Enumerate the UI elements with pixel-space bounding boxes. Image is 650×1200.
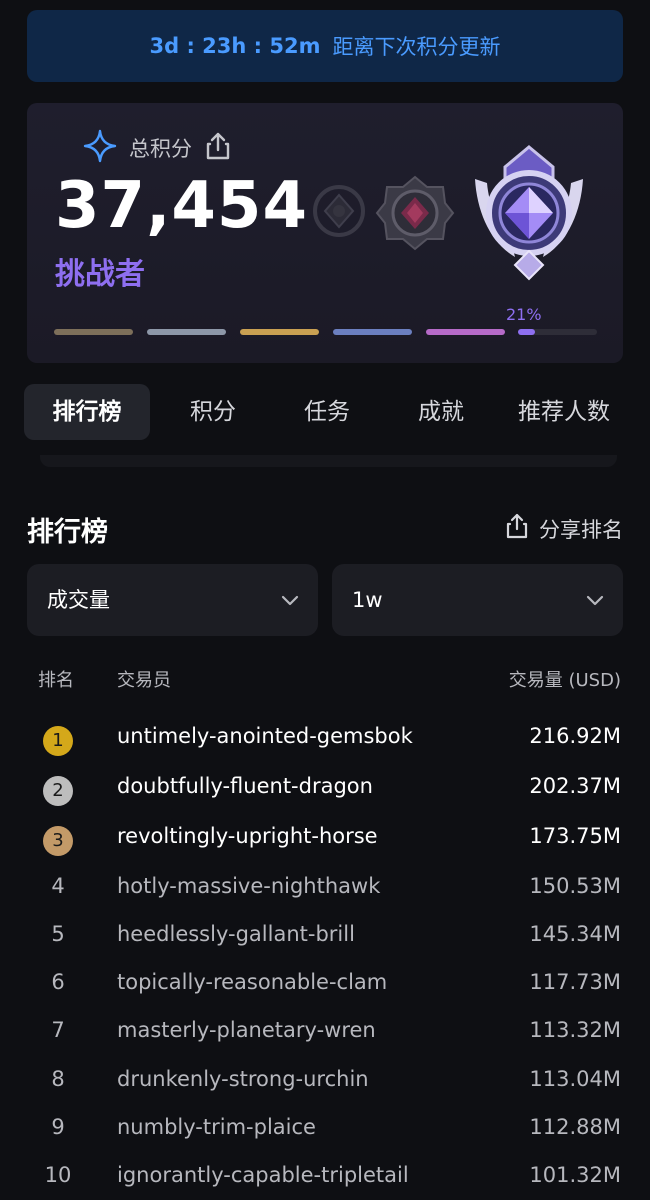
countdown-time: 3d : 23h : 52m bbox=[149, 34, 321, 58]
trade-volume: 202.37M bbox=[529, 774, 621, 798]
trade-volume: 113.32M bbox=[529, 1018, 621, 1042]
score-card: 总积分 37,454 挑战者 21% bbox=[27, 103, 623, 363]
trader-name: drunkenly-strong-urchin bbox=[117, 1067, 369, 1091]
trader-name: hotly-massive-nighthawk bbox=[117, 874, 381, 898]
chevron-down-icon bbox=[585, 590, 605, 614]
countdown-label: 距离下次积分更新 bbox=[332, 35, 501, 59]
share-ranking-button[interactable]: 分享排名 bbox=[505, 512, 623, 545]
tab-referrals[interactable]: 推荐人数 bbox=[518, 384, 626, 440]
rank-number: 6 bbox=[51, 970, 65, 994]
progress-percent: 21% bbox=[506, 305, 542, 324]
period-select-value: 1w bbox=[352, 588, 383, 612]
column-header-rank: 排名 bbox=[38, 670, 74, 691]
trade-volume: 117.73M bbox=[529, 970, 621, 994]
gold-medal-icon: 1 bbox=[43, 726, 73, 756]
countdown-banner: 3d : 23h : 52m 距离下次积分更新 bbox=[27, 10, 623, 82]
column-header-volume: 交易量 (USD) bbox=[508, 670, 621, 691]
table-row[interactable]: 9 numbly-trim-plaice 112.88M bbox=[0, 1107, 650, 1147]
share-ranking-label: 分享排名 bbox=[539, 517, 623, 542]
progress-segment bbox=[147, 329, 226, 335]
progress-segment bbox=[426, 329, 505, 335]
trader-name: topically-reasonable-clam bbox=[117, 970, 388, 994]
chevron-down-icon bbox=[280, 590, 300, 614]
previous-badge-icon bbox=[375, 173, 455, 257]
rank-number: 4 bbox=[51, 874, 65, 898]
progress-segment bbox=[333, 329, 412, 335]
collapsed-panel-edge bbox=[40, 455, 617, 467]
trade-volume: 112.88M bbox=[529, 1115, 621, 1139]
silver-medal-icon: 2 bbox=[43, 776, 73, 806]
table-row[interactable]: 2 doubtfully-fluent-dragon 202.37M bbox=[0, 766, 650, 806]
table-row[interactable]: 6 topically-reasonable-clam 117.73M bbox=[0, 962, 650, 1002]
column-header-trader: 交易员 bbox=[117, 670, 171, 691]
trade-volume: 113.04M bbox=[529, 1067, 621, 1091]
table-row[interactable]: 8 drunkenly-strong-urchin 113.04M bbox=[0, 1059, 650, 1099]
rank-number: 7 bbox=[51, 1018, 65, 1042]
trader-name: masterly-planetary-wren bbox=[117, 1018, 376, 1042]
rank-number: 10 bbox=[44, 1163, 72, 1187]
share-icon bbox=[505, 512, 529, 545]
rank-title: 挑战者 bbox=[55, 257, 145, 292]
period-select[interactable]: 1w bbox=[332, 564, 623, 636]
share-icon[interactable] bbox=[204, 131, 232, 165]
table-row[interactable]: 5 heedlessly-gallant-brill 145.34M bbox=[0, 914, 650, 954]
tab-achievements[interactable]: 成就 bbox=[402, 384, 480, 440]
tab-tasks[interactable]: 任务 bbox=[288, 384, 366, 440]
rank-number: 8 bbox=[51, 1067, 65, 1091]
trader-name: untimely-anointed-gemsbok bbox=[117, 724, 413, 748]
score-header: 总积分 bbox=[83, 129, 232, 167]
trader-name: doubtfully-fluent-dragon bbox=[117, 774, 373, 798]
trade-volume: 216.92M bbox=[529, 724, 621, 748]
table-row[interactable]: 7 masterly-planetary-wren 113.32M bbox=[0, 1010, 650, 1050]
table-row[interactable]: 1 untimely-anointed-gemsbok 216.92M bbox=[0, 716, 650, 756]
progress-segment bbox=[240, 329, 319, 335]
tab-points[interactable]: 积分 bbox=[174, 384, 252, 440]
trader-name: ignorantly-capable-tripletail bbox=[117, 1163, 409, 1187]
table-row[interactable]: 10 ignorantly-capable-tripletail 101.32M bbox=[0, 1155, 650, 1195]
sparkle-icon bbox=[83, 129, 117, 167]
tab-bar: 排行榜 积分 任务 成就 推荐人数 bbox=[24, 384, 650, 442]
bronze-medal-icon: 3 bbox=[43, 826, 73, 856]
rank-number: 9 bbox=[51, 1115, 65, 1139]
total-score-value: 37,454 bbox=[55, 169, 308, 243]
rank-progress-bar bbox=[54, 329, 597, 337]
tab-leaderboard[interactable]: 排行榜 bbox=[24, 384, 150, 440]
metric-select[interactable]: 成交量 bbox=[27, 564, 318, 636]
leaderboard-title: 排行榜 bbox=[27, 517, 108, 548]
trader-name: heedlessly-gallant-brill bbox=[117, 922, 355, 946]
trade-volume: 101.32M bbox=[529, 1163, 621, 1187]
trade-volume: 173.75M bbox=[529, 824, 621, 848]
total-score-label: 总积分 bbox=[129, 137, 192, 161]
locked-badge-icon bbox=[309, 181, 369, 245]
trader-name: revoltingly-upright-horse bbox=[117, 824, 378, 848]
progress-segment-current bbox=[518, 329, 597, 335]
rank-number: 5 bbox=[51, 922, 65, 946]
progress-segment bbox=[54, 329, 133, 335]
progress-fill bbox=[518, 329, 535, 335]
trade-volume: 145.34M bbox=[529, 922, 621, 946]
trade-volume: 150.53M bbox=[529, 874, 621, 898]
table-row[interactable]: 4 hotly-massive-nighthawk 150.53M bbox=[0, 866, 650, 906]
trader-name: numbly-trim-plaice bbox=[117, 1115, 316, 1139]
table-row[interactable]: 3 revoltingly-upright-horse 173.75M bbox=[0, 816, 650, 856]
current-rank-badge-icon bbox=[467, 143, 591, 287]
metric-select-value: 成交量 bbox=[47, 588, 110, 612]
